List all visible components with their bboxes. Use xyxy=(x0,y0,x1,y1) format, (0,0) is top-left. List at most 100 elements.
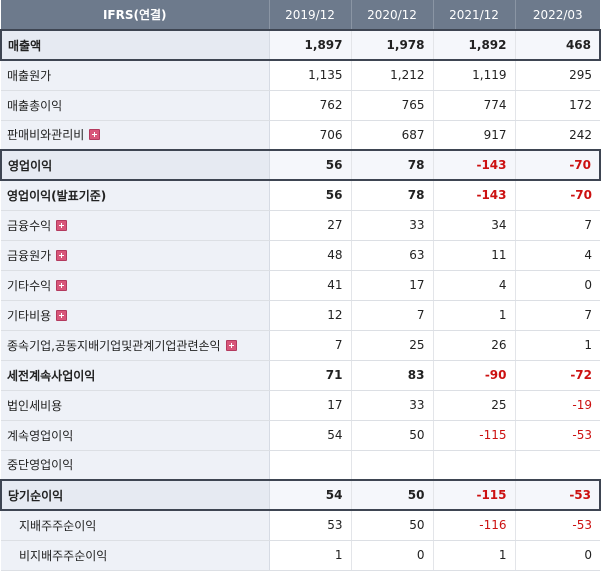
value-cell: 71 xyxy=(269,360,352,391)
row-equity-method-gains: 종속기업,공동지배기업및관계기업관련손익 7 25 26 1 xyxy=(1,330,600,361)
value-cell: 54 xyxy=(269,479,352,511)
row-label-expandable[interactable]: 기타수익 xyxy=(1,270,270,301)
value-cell: -115 xyxy=(433,479,516,511)
plus-icon[interactable] xyxy=(225,339,237,351)
value-cell: 774 xyxy=(433,90,516,121)
plus-icon[interactable] xyxy=(56,249,68,261)
value-cell: -90 xyxy=(433,360,516,391)
period-header: 2022/03 xyxy=(515,0,600,31)
value-cell: 1,892 xyxy=(433,29,516,61)
row-label: 계속영업이익 xyxy=(1,420,270,451)
value-cell: 7 xyxy=(269,330,352,361)
row-label: 당기순이익 xyxy=(0,479,270,511)
value-cell: 7 xyxy=(351,300,434,331)
row-discontinued-ops-income: 중단영업이익 xyxy=(1,450,600,481)
value-cell: 17 xyxy=(269,390,352,421)
plus-icon[interactable] xyxy=(56,219,68,231)
value-cell: -53 xyxy=(515,479,601,511)
value-cell: 25 xyxy=(351,330,434,361)
value-cell: 7 xyxy=(515,210,600,241)
row-label: 매출원가 xyxy=(1,60,270,91)
value-cell xyxy=(351,450,434,481)
row-label-text: 종속기업,공동지배기업및관계기업관련손익 xyxy=(7,338,221,353)
value-cell: -116 xyxy=(433,510,516,541)
value-cell: 53 xyxy=(269,510,352,541)
row-label: 법인세비용 xyxy=(1,390,270,421)
value-cell: 0 xyxy=(351,540,434,571)
value-cell xyxy=(515,450,600,481)
row-label: 비지배주주순이익 xyxy=(1,540,270,571)
row-label-text: 기타수익 xyxy=(7,278,52,293)
value-cell: 242 xyxy=(515,120,600,151)
row-revenue: 매출액 1,897 1,978 1,892 468 xyxy=(0,29,601,61)
row-label-text: 금융원가 xyxy=(7,248,52,263)
value-cell xyxy=(433,450,516,481)
value-cell: 1 xyxy=(433,540,516,571)
value-cell: 917 xyxy=(433,120,516,151)
value-cell: 41 xyxy=(269,270,352,301)
row-finance-cost: 금융원가 48 63 11 4 xyxy=(1,240,600,271)
value-cell: 1 xyxy=(515,330,600,361)
period-header: 2020/12 xyxy=(351,0,434,31)
row-label: 세전계속사업이익 xyxy=(1,360,270,391)
row-label-text: 판매비와관리비 xyxy=(7,128,85,143)
value-cell: 468 xyxy=(515,29,601,61)
value-cell: -72 xyxy=(515,360,600,391)
value-cell: 25 xyxy=(433,390,516,421)
row-net-income: 당기순이익 54 50 -115 -53 xyxy=(0,479,601,511)
value-cell: 765 xyxy=(351,90,434,121)
row-label-text: 기타비용 xyxy=(7,308,52,323)
row-label-expandable[interactable]: 종속기업,공동지배기업및관계기업관련손익 xyxy=(1,330,270,361)
row-label-expandable[interactable]: 금융수익 xyxy=(1,210,270,241)
row-pretax-income: 세전계속사업이익 71 83 -90 -72 xyxy=(1,360,600,391)
plus-icon[interactable] xyxy=(89,129,101,141)
value-cell: 78 xyxy=(351,180,434,211)
value-cell: 0 xyxy=(515,270,600,301)
plus-icon[interactable] xyxy=(56,279,68,291)
value-cell: 50 xyxy=(351,420,434,451)
row-income-tax: 법인세비용 17 33 25 -19 xyxy=(1,390,600,421)
row-label-expandable[interactable]: 기타비용 xyxy=(1,300,270,331)
row-label-expandable[interactable]: 판매비와관리비 xyxy=(1,120,270,151)
value-cell: 78 xyxy=(351,149,434,181)
row-other-income: 기타수익 41 17 4 0 xyxy=(1,270,600,301)
value-cell: 4 xyxy=(515,240,600,271)
value-cell: 687 xyxy=(351,120,434,151)
row-gross-profit: 매출총이익 762 765 774 172 xyxy=(1,90,600,121)
value-cell: 56 xyxy=(269,180,352,211)
value-cell: 1,978 xyxy=(351,29,434,61)
row-label: 매출총이익 xyxy=(1,90,270,121)
value-cell: 1 xyxy=(269,540,352,571)
plus-icon[interactable] xyxy=(56,309,68,321)
value-cell: 17 xyxy=(351,270,434,301)
period-header: 2019/12 xyxy=(269,0,352,31)
value-cell: 11 xyxy=(433,240,516,271)
row-other-expense: 기타비용 12 7 1 7 xyxy=(1,300,600,331)
row-label: 중단영업이익 xyxy=(1,450,270,481)
value-cell: 7 xyxy=(515,300,600,331)
value-cell: 27 xyxy=(269,210,352,241)
row-label: 영업이익 xyxy=(0,149,270,181)
value-cell: -143 xyxy=(433,180,516,211)
row-sga: 판매비와관리비 706 687 917 242 xyxy=(1,120,600,151)
row-label-text: 금융수익 xyxy=(7,218,52,233)
value-cell: -70 xyxy=(515,149,601,181)
value-cell: 54 xyxy=(269,420,352,451)
value-cell: 1,119 xyxy=(433,60,516,91)
row-operating-profit: 영업이익 56 78 -143 -70 xyxy=(0,149,601,181)
value-cell: 12 xyxy=(269,300,352,331)
value-cell: -53 xyxy=(515,510,600,541)
value-cell: 4 xyxy=(433,270,516,301)
value-cell: 0 xyxy=(515,540,600,571)
value-cell: 1,135 xyxy=(269,60,352,91)
value-cell: 50 xyxy=(351,479,434,511)
row-label-expandable[interactable]: 금융원가 xyxy=(1,240,270,271)
value-cell: 706 xyxy=(269,120,352,151)
value-cell: 26 xyxy=(433,330,516,361)
period-header: 2021/12 xyxy=(433,0,516,31)
value-cell: 83 xyxy=(351,360,434,391)
row-operating-profit-reported: 영업이익(발표기준) 56 78 -143 -70 xyxy=(1,180,600,211)
value-cell: 34 xyxy=(433,210,516,241)
value-cell: -19 xyxy=(515,390,600,421)
value-cell: 33 xyxy=(351,210,434,241)
